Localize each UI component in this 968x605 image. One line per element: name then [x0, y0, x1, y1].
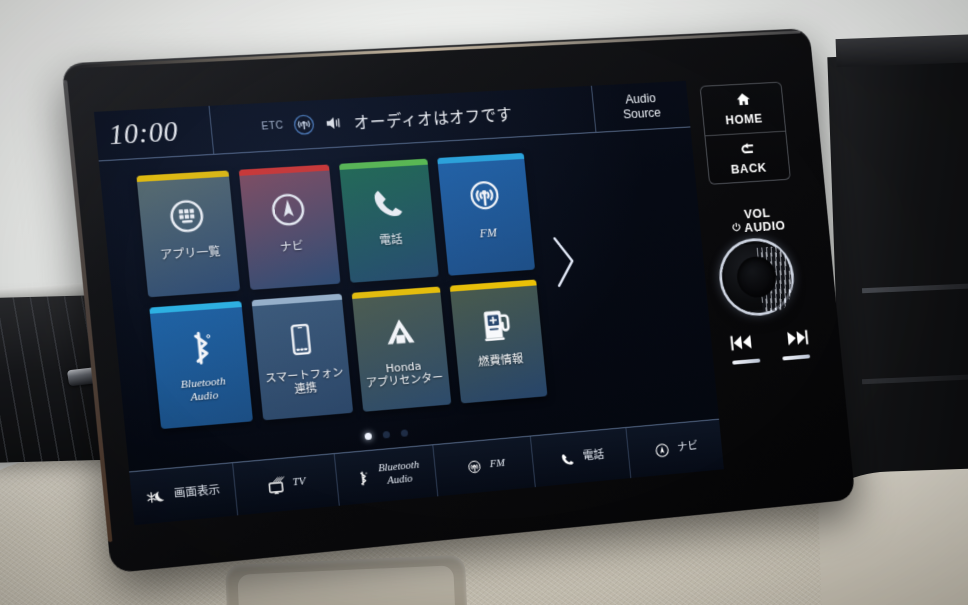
taskbar-item-label: 画面表示 — [173, 483, 221, 501]
prev-track-underline — [732, 358, 761, 365]
app-tile[interactable]: 電話 — [338, 158, 439, 283]
brightness-display-icon — [146, 485, 169, 508]
power-icon — [731, 221, 743, 235]
audio-source-button[interactable]: Audio Source — [590, 80, 691, 132]
speaker-mute-icon — [322, 114, 343, 132]
volume-knob-label: VOL AUDIO — [712, 204, 804, 236]
audio-label: AUDIO — [743, 217, 787, 235]
next-track-button[interactable] — [782, 329, 811, 349]
smartphone-icon — [275, 314, 327, 364]
app-tile[interactable]: ナビ — [238, 164, 341, 290]
volume-audio-knob[interactable] — [718, 239, 795, 316]
app-tile[interactable]: スマートフォン 連携 — [251, 293, 354, 421]
page-dot[interactable] — [400, 429, 408, 438]
center-console-trim-cap — [835, 32, 968, 68]
taskbar-item[interactable]: ナビ — [627, 420, 724, 478]
audio-status-message: オーディオはオフです — [352, 105, 514, 133]
touchscreen-display[interactable]: 10:00 ETC オーディオはオフです Audio Source アプリ一覧 … — [93, 80, 724, 526]
app-tile-grid: アプリ一覧 ナビ 電話 FM Bluetooth Audio スマートフォン 連… — [99, 137, 548, 432]
back-button-label: BACK — [730, 160, 768, 177]
app-tile[interactable]: FM — [437, 152, 536, 276]
head-unit: 10:00 ETC オーディオはオフです Audio Source アプリ一覧 … — [61, 28, 856, 574]
app-tile[interactable]: Bluetooth Audio — [149, 300, 254, 430]
next-track-underline — [782, 354, 811, 361]
etc-car-signal-icon — [257, 118, 284, 147]
home-screen: アプリ一覧 ナビ 電話 FM Bluetooth Audio スマートフォン 連… — [99, 127, 718, 463]
app-tile[interactable]: Honda アプリセンター — [351, 286, 452, 412]
page-dot[interactable] — [382, 430, 390, 439]
back-button[interactable]: BACK — [705, 130, 790, 184]
taskbar-item[interactable]: TV — [232, 454, 340, 516]
taskbar-item[interactable]: 電話 — [531, 427, 632, 488]
tile-accent-bar — [136, 170, 230, 183]
tile-accent-bar — [238, 164, 330, 176]
chevron-right-icon — [548, 233, 581, 295]
app-tile[interactable]: 燃費情報 — [449, 279, 548, 404]
next-page-button[interactable] — [538, 221, 591, 307]
fuel-pump-icon — [472, 300, 522, 349]
taskbar-item-label: 電話 — [582, 448, 605, 463]
phone-handset-icon — [362, 179, 413, 228]
page-dot[interactable] — [363, 432, 372, 441]
tile-label: ナビ — [279, 238, 305, 255]
tv-icon — [265, 474, 288, 496]
infotainment-photo-scene: 10:00 ETC オーディオはオフです Audio Source アプリ一覧 … — [0, 0, 968, 605]
compass-navigation-icon — [652, 439, 673, 460]
bluetooth-icon — [173, 322, 226, 373]
tile-label: スマートフォン 連携 — [264, 365, 345, 397]
taskbar-item-label: ナビ — [676, 439, 699, 455]
home-button[interactable]: HOME — [701, 83, 786, 136]
tile-label: FM — [479, 225, 498, 241]
taskbar-item-label: FM — [489, 458, 506, 471]
audio-label-row: AUDIO — [731, 217, 787, 235]
compass-navigation-icon — [262, 185, 314, 235]
tile-label: Bluetooth Audio — [180, 375, 227, 405]
center-console-tray-inner — [237, 565, 456, 605]
back-arrow-icon — [737, 140, 757, 161]
taskbar-item[interactable]: FM — [433, 436, 537, 497]
tile-label: アプリ一覧 — [159, 243, 222, 263]
taskbar-item[interactable]: 画面表示 — [129, 463, 239, 526]
tile-accent-bar — [338, 158, 428, 170]
taskbar-item[interactable]: Bluetooth Audio — [334, 445, 439, 506]
bluetooth-icon — [352, 466, 374, 488]
track-button-underlines — [727, 354, 816, 365]
phone-handset-icon — [557, 448, 578, 470]
track-buttons — [724, 328, 815, 353]
tile-label: Honda アプリセンター — [365, 359, 444, 391]
tile-label: 燃費情報 — [477, 351, 524, 369]
tile-accent-bar — [437, 152, 525, 165]
previous-track-button[interactable] — [728, 333, 758, 353]
app-tile[interactable]: アプリ一覧 — [136, 170, 241, 298]
audio-source-line2: Source — [622, 105, 662, 121]
etc-status: ETC — [257, 117, 285, 147]
tile-accent-bar — [449, 279, 537, 292]
taskbar-item-label: Bluetooth Audio — [377, 460, 420, 487]
apps-grid-icon — [160, 191, 213, 241]
home-back-button-group: HOME BACK — [699, 81, 791, 185]
home-button-label: HOME — [724, 111, 764, 128]
tile-accent-bar — [251, 293, 343, 307]
home-icon — [733, 91, 753, 112]
tile-accent-bar — [149, 300, 242, 314]
fm-radio-tower-icon — [292, 114, 315, 136]
fm-radio-tower-icon — [463, 456, 485, 478]
etc-label: ETC — [260, 120, 285, 133]
taskbar-item-label: TV — [292, 476, 307, 489]
honda-app-center-icon — [375, 307, 426, 357]
tile-label: 電話 — [378, 231, 404, 248]
clock: 10:00 — [93, 105, 215, 161]
tile-accent-bar — [351, 286, 441, 299]
fm-radio-tower-icon — [460, 173, 510, 222]
